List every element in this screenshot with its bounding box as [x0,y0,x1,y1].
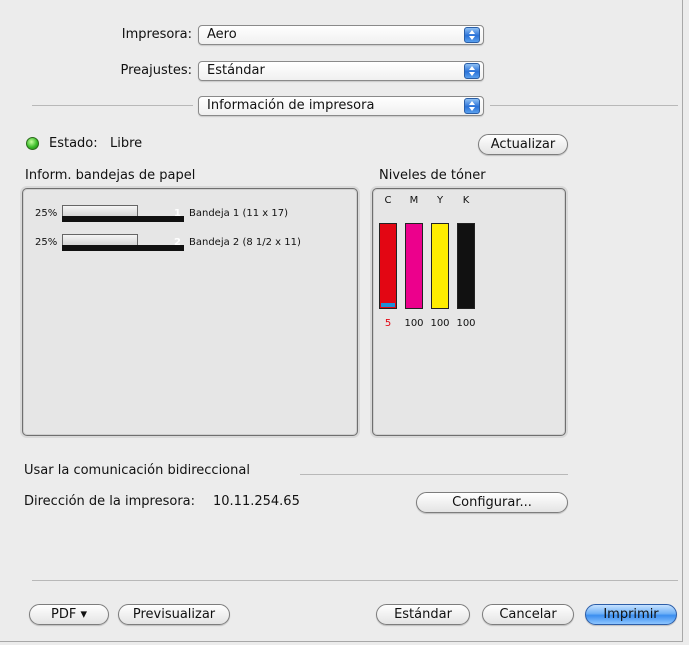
toner-panel: C M Y K 5 100 100 100 [372,188,566,436]
tray-percent: 25% [35,237,58,248]
tray-name: Bandeja 1 (11 x 17) [189,208,288,219]
tray-name: Bandeja 2 (8 1/2 x 11) [189,237,301,248]
toner-tank-cyan [379,223,397,309]
toner-value: 5 [384,318,392,329]
pdf-button[interactable]: PDF ▾ [29,604,109,625]
status-indicator-icon [26,137,39,150]
printer-value: Aero [207,27,237,42]
panel-value: Información de impresora [207,98,375,113]
separator-line [32,105,193,106]
popup-arrows-icon [464,98,480,114]
toner-fill [381,303,395,307]
tray-row: 25% 2 Bandeja 2 (8 1/2 x 11) [29,234,329,251]
tray-number: 2 [174,237,181,248]
toner-letter: C [384,195,392,206]
toner-value: 100 [430,318,450,329]
printer-label: Impresora: [121,27,192,42]
preview-button[interactable]: Previsualizar [118,604,230,625]
status-label: Estado: [49,136,98,151]
toner-letter: Y [436,195,444,206]
tray-level-bar [62,216,184,222]
printer-popup[interactable]: Aero [198,25,484,45]
toner-letter: K [462,195,470,206]
print-button[interactable]: Imprimir [585,604,677,625]
popup-arrows-icon [464,63,480,79]
bidirectional-label: Usar la comunicación bidireccional [24,463,250,478]
trays-title: Inform. bandejas de papel [25,168,196,183]
toner-tank-magenta [405,223,423,309]
tray-row: 25% 1 Bandeja 1 (11 x 17) [29,205,329,222]
toner-letter: M [409,195,419,206]
separator-line [300,474,568,475]
tray-level-bar [62,245,184,251]
toner-tank-black [457,223,475,309]
popup-arrows-icon [464,27,480,43]
status-value: Libre [110,136,143,151]
presets-label: Preajustes: [120,63,192,78]
toner-tank-yellow [431,223,449,309]
address-value: 10.11.254.65 [213,494,300,509]
toner-value: 100 [404,318,424,329]
print-dialog: Impresora: Aero Preajustes: Estándar Inf… [0,0,683,642]
standard-button[interactable]: Estándar [376,604,470,625]
tray-number: 1 [174,208,181,219]
address-label: Dirección de la impresora: [24,494,196,509]
trays-panel: 25% 1 Bandeja 1 (11 x 17) 25% 2 Bandeja … [22,188,358,436]
panel-popup[interactable]: Información de impresora [198,96,484,116]
presets-popup[interactable]: Estándar [198,61,484,81]
cancel-button[interactable]: Cancelar [482,604,574,625]
configure-button[interactable]: Configurar... [416,492,568,513]
toner-value: 100 [456,318,476,329]
footer-separator [32,580,678,581]
tray-percent: 25% [35,208,58,219]
presets-value: Estándar [207,63,265,78]
refresh-button[interactable]: Actualizar [478,134,568,155]
toner-title: Niveles de tóner [379,168,486,183]
separator-line [490,105,678,106]
